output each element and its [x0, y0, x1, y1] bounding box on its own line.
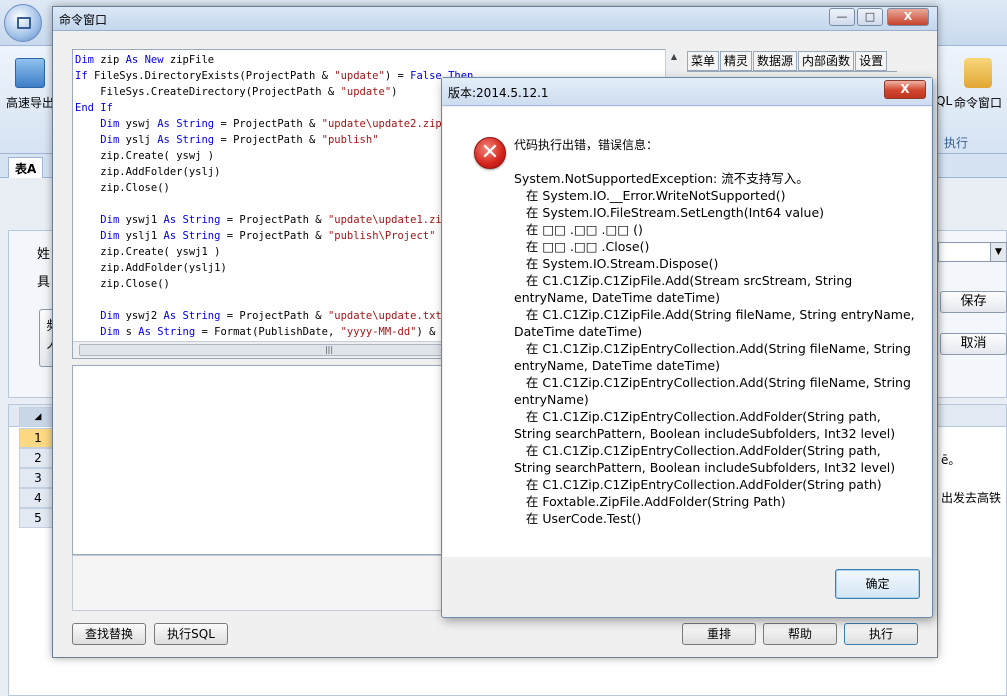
code-line: End If	[75, 102, 113, 114]
error-dialog-title: 版本:2014.5.12.1	[448, 86, 549, 100]
grid-cell-text[interactable]: 出发去高铁	[941, 489, 1001, 506]
code-line: zip.Create( yswj1 )	[100, 246, 221, 258]
tab-settings[interactable]: 设置	[855, 51, 888, 71]
code-line: Dim s As String = Format(PublishDate, "y…	[100, 326, 460, 338]
code-line: If FileSys.DirectoryExists(ProjectPath &…	[75, 70, 474, 82]
code-line: Dim zip As New zipFile	[75, 54, 215, 66]
code-line: Dim yswj2 As String = ProjectPath & "upd…	[100, 310, 449, 322]
sheet-tab-a[interactable]: 表A	[8, 157, 44, 178]
form-label-detail: 具	[37, 275, 51, 290]
code-line: Dim yswj1 As String = ProjectPath & "upd…	[100, 214, 455, 226]
error-dialog-body: ✕ 代码执行出错，错误信息： System.NotSupportedExcept…	[443, 107, 931, 557]
code-line: Dim yswj As String = ProjectPath & "upda…	[100, 118, 449, 130]
error-dialog-title-bar[interactable]: 版本:2014.5.12.1 X	[442, 78, 932, 106]
ribbon-command-window-label[interactable]: 命令窗口	[954, 94, 1002, 111]
background-cancel-button[interactable]: 取消	[940, 333, 1007, 355]
background-save-button[interactable]: 保存	[940, 291, 1007, 313]
execute-button[interactable]: 执行	[844, 623, 918, 645]
code-line: Dim yslj As String = ProjectPath & "publ…	[100, 134, 379, 146]
code-line: zip.AddFolder(yslj)	[100, 166, 221, 178]
tab-wizard[interactable]: 精灵	[720, 51, 753, 71]
code-line: zip.Close()	[100, 278, 170, 290]
minimize-button[interactable]: —	[829, 8, 855, 26]
command-window-title: 命令窗口	[59, 13, 108, 27]
chevron-down-icon: ▼	[990, 243, 1006, 261]
code-line: zip.AddFolder(yslj1)	[100, 262, 227, 274]
table-icon	[17, 17, 31, 29]
command-window-icon[interactable]	[964, 58, 992, 88]
code-text: Dim zip As New zipFile If FileSys.Directo…	[75, 52, 473, 340]
code-line: zip.Close()	[100, 182, 170, 194]
ribbon-export-button[interactable]: 高速导出	[4, 54, 56, 148]
ok-button[interactable]: 确定	[835, 569, 920, 599]
find-replace-button[interactable]: 查找替换	[72, 623, 146, 645]
rearrange-button[interactable]: 重排	[682, 623, 756, 645]
ribbon-sql-label[interactable]: QL	[936, 94, 952, 108]
ribbon-export-label: 高速导出	[5, 96, 54, 110]
side-panel-tabs: 菜单 精灵 数据源 内部函数 设置	[687, 51, 888, 71]
form-label-surname: 姓	[37, 247, 51, 262]
ribbon-right-group: QL 命令窗口 执行	[936, 54, 1007, 150]
command-window-title-bar[interactable]: 命令窗口 — □ X	[53, 7, 937, 31]
app-menu-orb[interactable]	[4, 4, 42, 42]
scroll-up-icon[interactable]: ▲	[666, 49, 682, 65]
error-icon: ✕	[474, 137, 506, 169]
background-combo[interactable]: ▼	[938, 242, 1007, 262]
error-header: 代码执行出错，错误信息：	[514, 138, 659, 152]
export-icon	[15, 58, 45, 88]
code-line: zip.Create( yswj )	[100, 150, 215, 162]
error-dialog: 版本:2014.5.12.1 X ✕ 代码执行出错，错误信息： System.N…	[441, 77, 933, 618]
error-message: System.NotSupportedException: 流不支持写入。 在 …	[514, 171, 915, 526]
grid-cell-text[interactable]: ē。	[941, 451, 960, 468]
tab-menu[interactable]: 菜单	[687, 51, 720, 71]
execute-sql-button[interactable]: 执行SQL	[154, 623, 228, 645]
ribbon-group-exec-label: 执行	[944, 136, 969, 150]
code-line: FileSys.CreateDirectory(ProjectPath & "u…	[100, 86, 398, 98]
dialog-close-button[interactable]: X	[884, 80, 926, 99]
close-button[interactable]: X	[887, 8, 929, 26]
help-button[interactable]: 帮助	[763, 623, 837, 645]
code-line: Dim yslj1 As String = ProjectPath & "pub…	[100, 230, 436, 242]
maximize-button[interactable]: □	[857, 8, 883, 26]
tab-datasource[interactable]: 数据源	[753, 51, 798, 71]
tab-functions[interactable]: 内部函数	[798, 51, 855, 71]
